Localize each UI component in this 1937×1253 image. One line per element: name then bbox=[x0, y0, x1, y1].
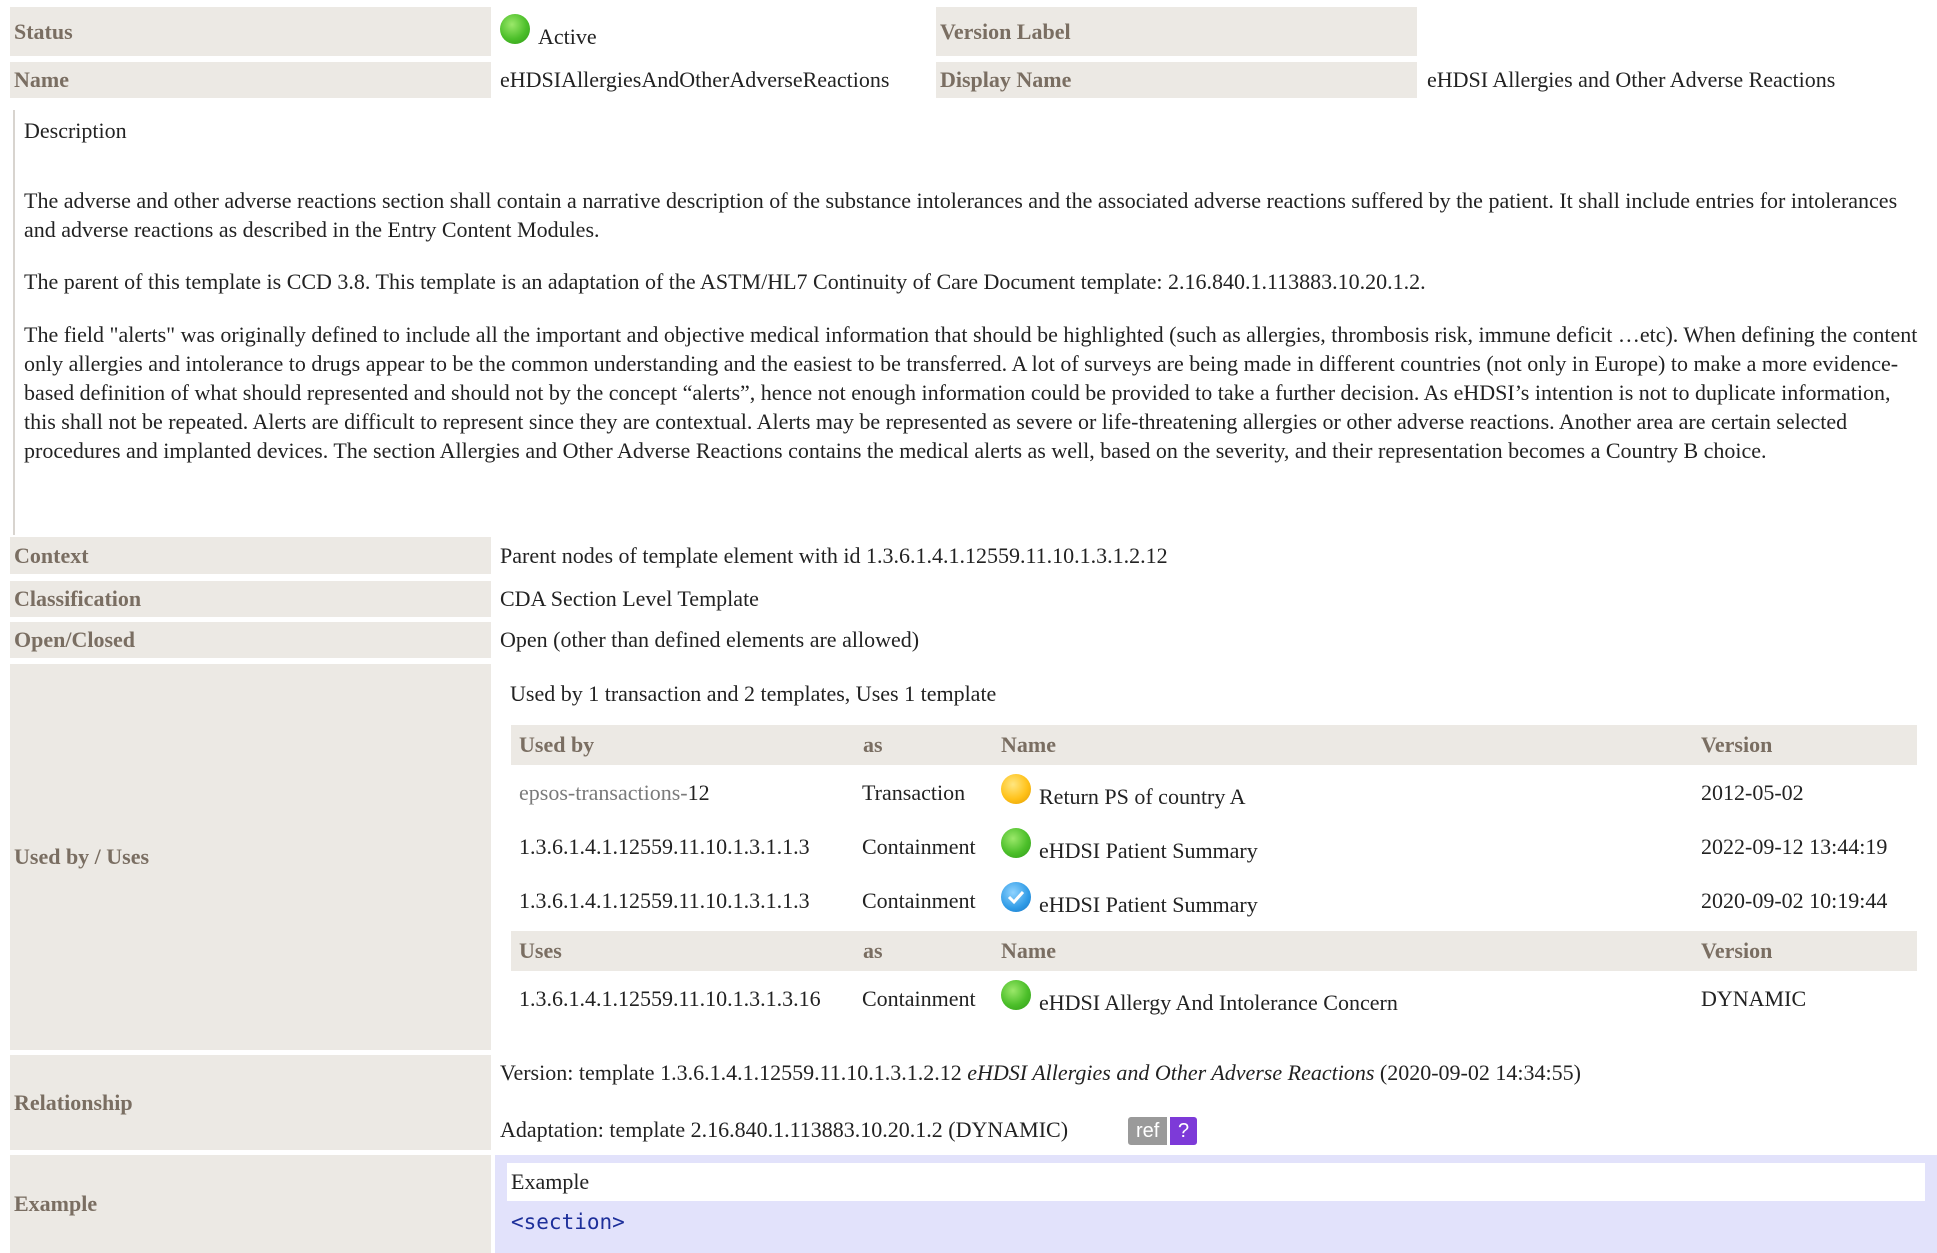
used-by-row-3-name[interactable]: eHDSI Patient Summary bbox=[1001, 880, 1258, 922]
used-by-row-3-id[interactable]: 1.3.6.1.4.1.12559.11.10.1.3.1.1.3 bbox=[519, 883, 810, 919]
uses-row-1-name[interactable]: eHDSI Allergy And Intolerance Concern bbox=[1001, 978, 1398, 1020]
status-final-check-icon bbox=[1001, 882, 1031, 912]
used-by-row-3-version: 2020-09-02 10:19:44 bbox=[1701, 888, 1888, 913]
used-by-row-1-name[interactable]: Return PS of country A bbox=[1001, 772, 1246, 814]
uses-row-1-name-text[interactable]: eHDSI Allergy And Intolerance Concern bbox=[1039, 990, 1398, 1016]
used-by-row-3-as: Containment bbox=[862, 888, 976, 913]
used-by-uses-summary: Used by 1 transaction and 2 templates, U… bbox=[510, 681, 997, 706]
status-active-icon bbox=[500, 14, 530, 44]
name-label: Name bbox=[10, 62, 491, 98]
classification-value: CDA Section Level Template bbox=[500, 586, 759, 611]
help-badge[interactable]: ? bbox=[1170, 1117, 1198, 1145]
used-by-header-version: Version bbox=[1693, 725, 1917, 765]
uses-header-as: as bbox=[855, 931, 993, 971]
used-by-row-2-as: Containment bbox=[862, 834, 976, 859]
uses-row-1-id[interactable]: 1.3.6.1.4.1.12559.11.10.1.3.1.3.16 bbox=[519, 981, 821, 1017]
used-by-header-usedby: Used by bbox=[511, 725, 855, 765]
status-value: Active bbox=[500, 10, 597, 56]
used-by-row-1-version: 2012-05-02 bbox=[1701, 780, 1804, 805]
uses-header-uses: Uses bbox=[511, 931, 855, 971]
name-value: eHDSIAllergiesAndOtherAdverseReactions bbox=[500, 67, 890, 92]
description-paragraph-2: The parent of this template is CCD 3.8. … bbox=[24, 269, 1426, 294]
used-by-row-2-version: 2022-09-12 13:44:19 bbox=[1701, 834, 1888, 859]
used-by-header-name: Name bbox=[993, 725, 1693, 765]
description-paragraph-3: The field "alerts" was originally define… bbox=[24, 322, 1918, 463]
example-header: Example bbox=[507, 1163, 1925, 1201]
display-name-label: Display Name bbox=[936, 62, 1417, 98]
example-label: Example bbox=[10, 1155, 491, 1253]
open-closed-value: Open (other than defined elements are al… bbox=[500, 627, 920, 652]
relationship-adaptation: Adaptation: template 2.16.840.1.113883.1… bbox=[500, 1117, 1069, 1142]
transaction-link-suffix[interactable]: 12 bbox=[688, 780, 710, 806]
transaction-link-prefix[interactable]: epsos-transactions- bbox=[519, 780, 688, 806]
used-by-header-as: as bbox=[855, 725, 993, 765]
uses-header-version: Version bbox=[1693, 931, 1917, 971]
used-by-row-1-name-text[interactable]: Return PS of country A bbox=[1039, 784, 1246, 810]
relationship-version-name[interactable]: eHDSI Allergies and Other Adverse Reacti… bbox=[967, 1060, 1374, 1086]
relationship-version-prefix: Version: template 1.3.6.1.4.1.12559.11.1… bbox=[500, 1060, 968, 1085]
classification-label: Classification bbox=[10, 581, 491, 617]
used-by-row-1-as: Transaction bbox=[862, 780, 966, 805]
description-paragraph-1: The adverse and other adverse reactions … bbox=[24, 188, 1898, 242]
status-text: Active bbox=[538, 24, 597, 49]
used-by-row-3-name-text[interactable]: eHDSI Patient Summary bbox=[1039, 892, 1258, 918]
used-by-row-2-name[interactable]: eHDSI Patient Summary bbox=[1001, 826, 1258, 868]
status-active-icon bbox=[1001, 980, 1031, 1010]
ref-badge[interactable]: ref bbox=[1128, 1117, 1168, 1145]
version-label-label: Version Label bbox=[936, 7, 1417, 56]
uses-row-1-version: DYNAMIC bbox=[1701, 986, 1807, 1011]
used-by-uses-label: Used by / Uses bbox=[10, 664, 491, 1050]
context-value: Parent nodes of template element with id… bbox=[500, 542, 1168, 568]
used-by-row-2-name-text[interactable]: eHDSI Patient Summary bbox=[1039, 838, 1258, 864]
used-by-row-1-id[interactable]: epsos-transactions- 12 bbox=[519, 775, 710, 811]
status-active-icon bbox=[1001, 828, 1031, 858]
description-title: Description bbox=[24, 118, 127, 143]
relationship-version: Version: template 1.3.6.1.4.1.12559.11.1… bbox=[500, 1055, 1581, 1091]
status-pending-icon bbox=[1001, 774, 1031, 804]
context-label: Context bbox=[10, 537, 491, 574]
uses-row-1-as: Containment bbox=[862, 986, 976, 1011]
open-closed-label: Open/Closed bbox=[10, 622, 491, 658]
status-label: Status bbox=[10, 7, 491, 56]
used-by-row-2-id[interactable]: 1.3.6.1.4.1.12559.11.10.1.3.1.1.3 bbox=[519, 829, 810, 865]
display-name-value: eHDSI Allergies and Other Adverse Reacti… bbox=[1427, 67, 1836, 92]
uses-header-name: Name bbox=[993, 931, 1693, 971]
relationship-label: Relationship bbox=[10, 1055, 491, 1150]
relationship-version-suffix: (2020-09-02 14:34:55) bbox=[1374, 1060, 1581, 1085]
example-code: <section> bbox=[511, 1210, 625, 1234]
